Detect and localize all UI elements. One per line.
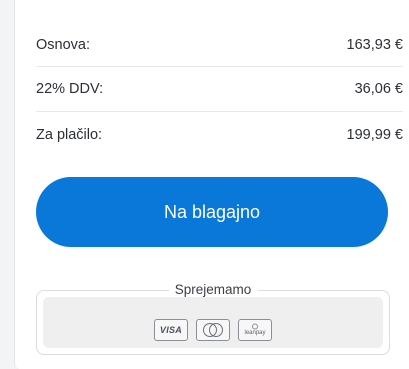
checkout-button[interactable]: Na blagajno [36, 177, 388, 247]
summary-value: 36,06 € [354, 81, 403, 97]
summary-row-vat: 22% DDV: 36,06 € [36, 67, 403, 112]
leanpay-mark [252, 323, 258, 330]
payment-logos: VISA leanpay [43, 319, 383, 341]
leanpay-icon: leanpay [238, 319, 272, 341]
payment-logos-panel: VISA leanpay [43, 297, 383, 348]
summary-label: Osnova: [36, 36, 90, 53]
price-summary: Osnova: 163,93 € 22% DDV: 36,06 € Za pla… [36, 23, 403, 157]
mastercard-icon [196, 319, 230, 341]
leanpay-logo-text: leanpay [244, 330, 266, 336]
summary-value: 163,93 € [346, 36, 403, 53]
summary-label: Za plačilo: [36, 126, 103, 143]
visa-icon: VISA [154, 319, 188, 341]
summary-row-total: Za plačilo: 199,99 € [36, 112, 403, 157]
visa-logo-text: VISA [159, 325, 183, 335]
summary-label: 22% DDV: [36, 81, 104, 97]
summary-row-base: Osnova: 163,93 € [36, 23, 403, 67]
cart-summary-card: Osnova: 163,93 € 22% DDV: 36,06 € Za pla… [14, 0, 409, 369]
summary-value: 199,99 € [346, 126, 403, 143]
mastercard-circles [203, 323, 223, 337]
accepted-payments-title: Sprejemamo [168, 282, 258, 297]
accepted-payments-box: VISA leanpay Sprejemamo [36, 282, 390, 355]
